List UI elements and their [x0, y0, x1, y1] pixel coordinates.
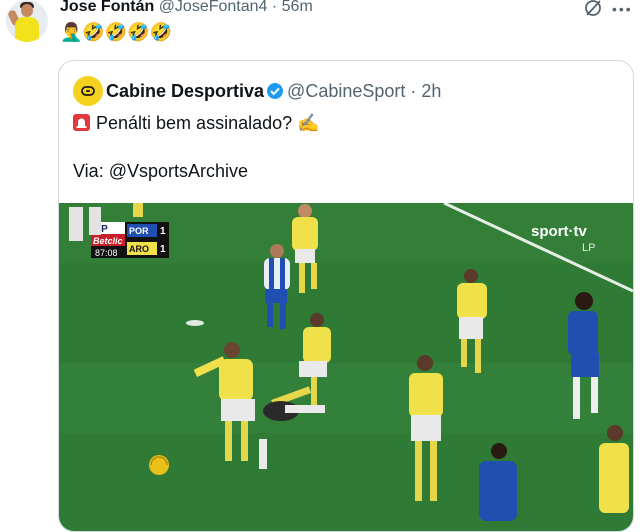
- scoreboard-clock: 87:08: [95, 248, 118, 258]
- away-score: 1: [160, 244, 166, 255]
- grok-icon[interactable]: [583, 0, 603, 18]
- avatar-shirt: [15, 17, 39, 42]
- quote-author-meta[interactable]: @CabineSport · 2h: [287, 81, 441, 101]
- match-video-frame[interactable]: LP Betclic 87:08 POR 1 ARO 1 sport·tv LP: [59, 203, 633, 531]
- home-score: 1: [160, 226, 166, 237]
- broadcaster-sub: LP: [582, 242, 595, 254]
- football: [149, 455, 169, 475]
- tweet-header: Jose Fontán @JoseFontan4 · 56m: [60, 0, 313, 17]
- away-team: ARO: [129, 244, 149, 254]
- quoted-tweet-card[interactable]: Cabine Desportiva @CabineSport · 2h Pená…: [58, 60, 634, 532]
- tweet-text: 🤦‍♂️🤣🤣🤣🤣: [60, 22, 173, 42]
- pitch-marking: [186, 320, 204, 326]
- author-name[interactable]: Jose Fontán: [60, 0, 154, 15]
- pitch-scene: LP Betclic 87:08 POR 1 ARO 1 sport·tv LP: [59, 203, 633, 531]
- avatar-head: [21, 4, 33, 17]
- pitch-stripe: [59, 363, 633, 433]
- quote-avatar[interactable]: [73, 76, 103, 106]
- quote-header: Cabine Desportiva @CabineSport · 2h: [106, 80, 441, 102]
- quote-text-line2: Via: @VsportsArchive: [73, 161, 249, 181]
- more-options-icon[interactable]: •••: [612, 2, 633, 16]
- scoreboard-sponsor: Betclic: [93, 236, 123, 246]
- quote-text-line1-label: Penálti bem assinalado? ✍️: [96, 113, 320, 133]
- author-meta[interactable]: @JoseFontan4 · 56m: [159, 0, 313, 15]
- verified-badge-icon: [267, 83, 284, 99]
- broadcaster-logo: sport·tv: [531, 223, 587, 240]
- author-avatar[interactable]: [6, 0, 48, 42]
- quote-author-name[interactable]: Cabine Desportiva: [106, 81, 264, 101]
- quote-text-line1: Penálti bem assinalado? ✍️: [73, 111, 320, 135]
- scoreboard: LP Betclic 87:08 POR 1 ARO 1: [91, 222, 169, 258]
- siren-icon: [73, 114, 90, 131]
- link-logo-icon: [81, 86, 95, 96]
- home-team: POR: [129, 226, 149, 236]
